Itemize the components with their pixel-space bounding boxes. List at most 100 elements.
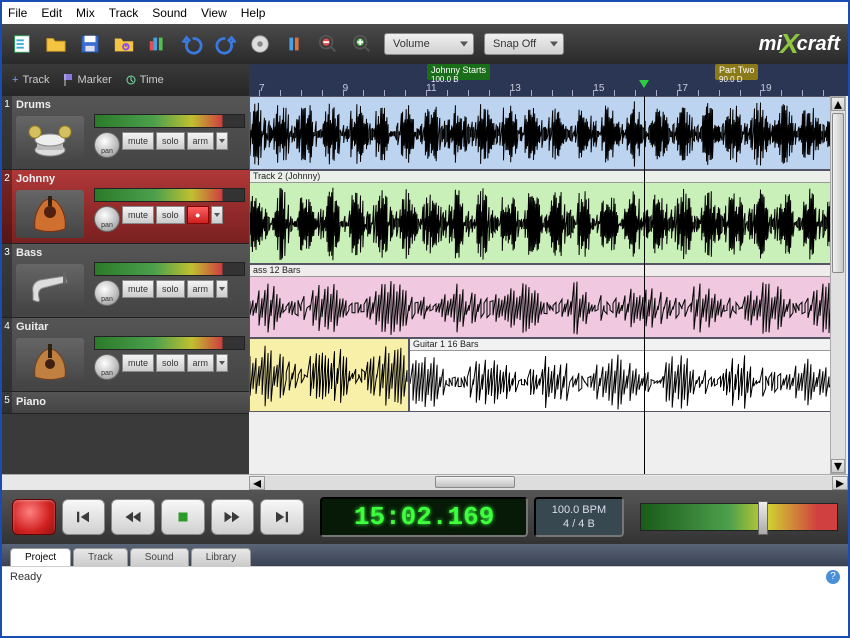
solo-button[interactable]: solo (156, 206, 185, 224)
tab-sound[interactable]: Sound (130, 548, 189, 566)
arm-button[interactable]: arm (187, 354, 215, 372)
track-menu-dropdown[interactable] (211, 206, 223, 224)
automation-select[interactable]: Volume (384, 33, 474, 55)
waveform (250, 97, 833, 169)
arm-record-button[interactable]: ● (187, 206, 209, 224)
menu-view[interactable]: View (201, 6, 227, 20)
menu-track[interactable]: Track (109, 6, 139, 20)
stop-button[interactable] (161, 499, 205, 535)
menu-edit[interactable]: Edit (41, 6, 62, 20)
tab-track[interactable]: Track (73, 548, 128, 566)
waveform (250, 183, 833, 263)
clock-icon (126, 75, 136, 85)
forward-end-button[interactable] (260, 499, 304, 535)
horizontal-scrollbar[interactable]: ◂ ▸ (2, 474, 848, 490)
pan-knob[interactable]: pan (94, 132, 120, 158)
vertical-scrollbar[interactable]: ▴ ▾ (830, 96, 846, 474)
mute-button[interactable]: mute (122, 280, 154, 298)
pan-knob[interactable]: pan (94, 206, 120, 232)
track-name[interactable]: Bass (16, 247, 42, 259)
tab-library[interactable]: Library (191, 548, 252, 566)
snap-select[interactable]: Snap Off (484, 33, 564, 55)
track-header[interactable]: 3Basspanmutesoloarm (2, 244, 249, 318)
status-bar: Ready ? (2, 566, 848, 586)
pan-knob[interactable]: pan (94, 354, 120, 380)
playhead-line[interactable] (644, 96, 645, 474)
track-header[interactable]: 4Guitarpanmutesoloarm (2, 318, 249, 392)
rewind-start-button[interactable] (62, 499, 106, 535)
audio-clip[interactable]: Guitar 1 16 Bars (409, 338, 834, 412)
scroll-down-arrow-icon[interactable]: ▾ (831, 459, 845, 473)
undo-icon[interactable] (180, 32, 204, 56)
record-button[interactable] (12, 499, 56, 535)
open-folder-icon[interactable] (44, 32, 68, 56)
track-menu-dropdown[interactable] (216, 354, 228, 372)
add-time-button[interactable]: Time (126, 74, 164, 86)
solo-button[interactable]: solo (156, 354, 185, 372)
audio-clip[interactable] (249, 338, 409, 412)
help-icon[interactable]: ? (826, 570, 840, 584)
playhead-indicator-icon[interactable] (639, 80, 649, 88)
mute-button[interactable]: mute (122, 354, 154, 372)
track-header[interactable]: 5Piano (2, 392, 249, 414)
mixer-icon[interactable] (146, 32, 170, 56)
track-header[interactable]: 1 Drums panmutesoloarm (2, 96, 249, 170)
master-volume-slider[interactable] (758, 501, 768, 535)
track-header[interactable]: 2Johnnypanmutesolo ● (2, 170, 249, 244)
zoom-out-icon[interactable] (316, 32, 340, 56)
track-menu-dropdown[interactable] (216, 132, 228, 150)
instrument-icon[interactable] (16, 190, 84, 238)
solo-button[interactable]: solo (156, 132, 185, 150)
arm-button[interactable]: arm (187, 280, 215, 298)
audio-clip[interactable]: ass 12 Bars (249, 264, 834, 338)
instrument-icon[interactable] (16, 116, 84, 164)
clips-area[interactable]: Track 2 (Johnny) ass 12 BarsGuitar 1 16 B… (249, 96, 848, 474)
new-project-icon[interactable] (10, 32, 34, 56)
mute-button[interactable]: mute (122, 132, 154, 150)
track-name[interactable]: Guitar (16, 321, 48, 333)
redo-icon[interactable] (214, 32, 238, 56)
add-track-button[interactable]: +Track (12, 74, 50, 86)
scroll-up-arrow-icon[interactable]: ▴ (831, 97, 845, 111)
library-icon[interactable] (112, 32, 136, 56)
pan-knob[interactable]: pan (94, 280, 120, 306)
track-number: 1 (2, 96, 12, 169)
tempo-display[interactable]: 100.0 BPM 4 / 4 B (534, 497, 623, 537)
menu-file[interactable]: File (8, 6, 27, 20)
save-icon[interactable] (78, 32, 102, 56)
menu-help[interactable]: Help (241, 6, 266, 20)
master-volume-meter[interactable] (640, 503, 838, 531)
timeline-ruler[interactable]: 791113151719Johnny Starts100.0 BPart Two… (249, 64, 848, 96)
preferences-icon[interactable] (282, 32, 306, 56)
vertical-scroll-thumb[interactable] (832, 113, 844, 273)
timeline-marker[interactable]: Johnny Starts100.0 B (427, 64, 490, 80)
clip-label: Track 2 (Johnny) (250, 171, 833, 183)
track-name[interactable]: Piano (16, 396, 46, 408)
audio-clip[interactable] (249, 96, 834, 170)
fast-forward-button[interactable] (211, 499, 255, 535)
burn-cd-icon[interactable] (248, 32, 272, 56)
menu-sound[interactable]: Sound (152, 6, 187, 20)
add-marker-button[interactable]: Marker (64, 74, 112, 86)
menu-mix[interactable]: Mix (76, 6, 95, 20)
zoom-in-icon[interactable] (350, 32, 374, 56)
mute-button[interactable]: mute (122, 206, 154, 224)
solo-button[interactable]: solo (156, 280, 185, 298)
scroll-right-arrow-icon[interactable]: ▸ (832, 476, 848, 490)
tab-project[interactable]: Project (10, 548, 71, 566)
horizontal-scroll-thumb[interactable] (435, 476, 515, 488)
instrument-icon[interactable] (16, 264, 84, 312)
horizontal-scroll-trough[interactable] (265, 476, 832, 490)
timeline-marker[interactable]: Part Two90.0 D (715, 64, 758, 80)
time-display[interactable]: 15:02.169 (320, 497, 528, 537)
rewind-button[interactable] (111, 499, 155, 535)
instrument-icon[interactable] (16, 338, 84, 386)
scroll-left-arrow-icon[interactable]: ◂ (249, 476, 265, 490)
track-menu-dropdown[interactable] (216, 280, 228, 298)
arm-button[interactable]: arm (187, 132, 215, 150)
flag-icon (64, 74, 74, 86)
track-name[interactable]: Drums (16, 99, 51, 111)
audio-clip[interactable]: Track 2 (Johnny) (249, 170, 834, 264)
track-name[interactable]: Johnny (16, 173, 55, 185)
bpm-value: 100.0 BPM (552, 503, 606, 517)
